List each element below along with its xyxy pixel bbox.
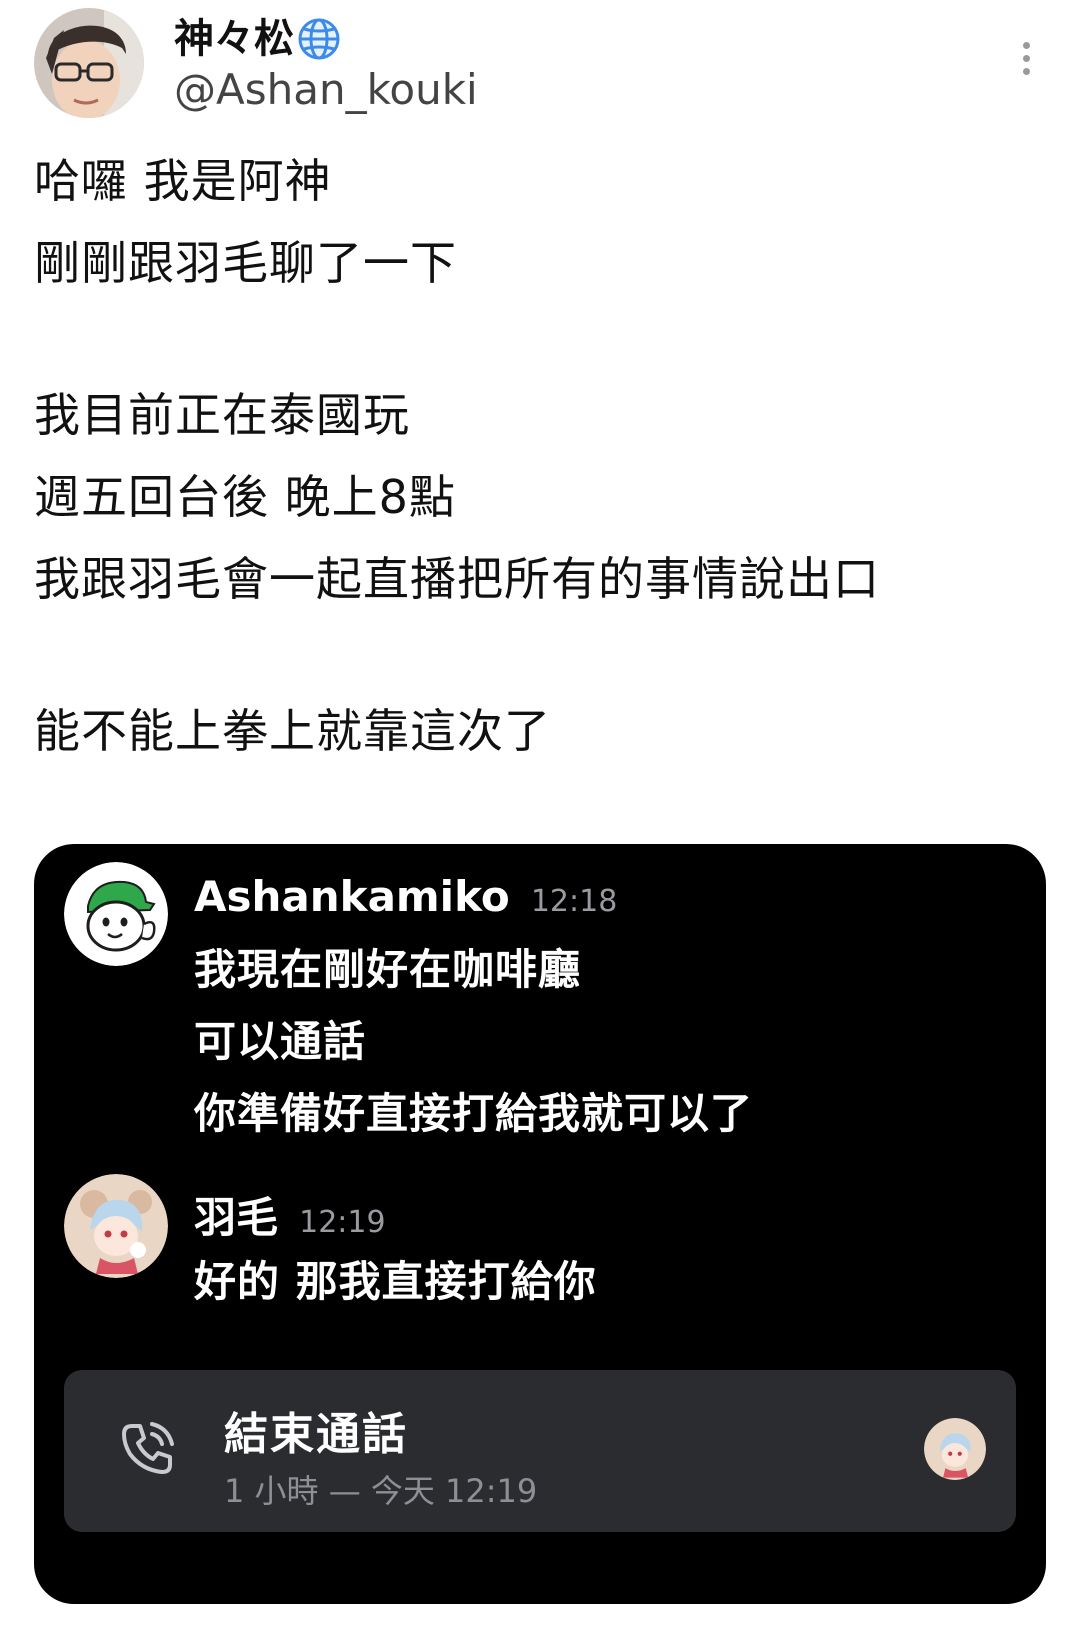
chat-line: 可以通話 — [194, 1017, 367, 1066]
chat-line: 你準備好直接打給我就可以了 — [194, 1089, 754, 1138]
chat-message-header: 羽毛 12:19 — [194, 1184, 386, 1245]
phone-call-icon — [122, 1422, 174, 1474]
tweet-line: 週五回台後 晚上8點 — [34, 470, 456, 524]
display-name-row[interactable]: 神々松 — [174, 16, 342, 62]
chat-message-text: 我現在剛好在咖啡廳 可以通話 你準備好直接打給我就可以了 — [194, 934, 753, 1150]
chat-avatar — [64, 1174, 168, 1278]
chat-message: 羽毛 12:19 好的 那我直接打給你 — [64, 1174, 1024, 1334]
chat-message-text: 好的 那我直接打給你 — [194, 1246, 597, 1318]
tweet-header: 神々松 @Ashan_kouki — [34, 4, 1046, 122]
call-participant-avatar — [924, 1418, 986, 1480]
tweet-line: 能不能上拳上就靠這次了 — [34, 704, 551, 758]
tweet-paragraph-gap — [34, 620, 1044, 690]
tweet-paragraph-gap — [34, 304, 1044, 374]
tweet-line: 我跟羽毛會一起直播把所有的事情說出口 — [34, 552, 880, 606]
more-options-button[interactable] — [1006, 26, 1046, 90]
author-handle[interactable]: @Ashan_kouki — [174, 66, 478, 114]
chat-author-name: Ashankamiko — [194, 872, 510, 921]
tweet-line: 我目前正在泰國玩 — [34, 388, 410, 442]
chat-avatar — [64, 862, 168, 966]
chat-line: 我現在剛好在咖啡廳 — [194, 945, 582, 994]
call-status-title: 結束通話 — [224, 1409, 408, 1460]
chat-timestamp: 12:19 — [299, 1205, 386, 1240]
display-name[interactable]: 神々松 — [174, 16, 294, 62]
call-ended-card: 結束通話 1 小時 — 今天 12:19 — [64, 1370, 1016, 1532]
chat-message: Ashankamiko 12:18 我現在剛好在咖啡廳 可以通話 你準備好直接打… — [64, 862, 1024, 1162]
more-dot-icon — [1022, 41, 1030, 49]
more-dot-icon — [1022, 54, 1030, 62]
chat-timestamp: 12:18 — [530, 884, 618, 919]
tweet-line: 剛剛跟羽毛聊了一下 — [34, 236, 457, 290]
tweet-line: 哈囉 我是阿神 — [34, 154, 332, 208]
call-duration: 1 小時 — 今天 12:19 — [224, 1472, 538, 1510]
more-dot-icon — [1022, 67, 1030, 75]
chat-message-header: Ashankamiko 12:18 — [194, 872, 617, 921]
author-avatar[interactable] — [34, 8, 144, 118]
chat-line: 好的 那我直接打給你 — [194, 1257, 597, 1306]
attached-chat-screenshot[interactable]: Ashankamiko 12:18 我現在剛好在咖啡廳 可以通話 你準備好直接打… — [34, 844, 1046, 1604]
chat-author-name: 羽毛 — [194, 1193, 279, 1242]
globe-icon — [298, 18, 340, 60]
tweet-text: 哈囉 我是阿神 剛剛跟羽毛聊了一下 我目前正在泰國玩 週五回台後 晚上8點 我跟… — [34, 140, 1044, 772]
